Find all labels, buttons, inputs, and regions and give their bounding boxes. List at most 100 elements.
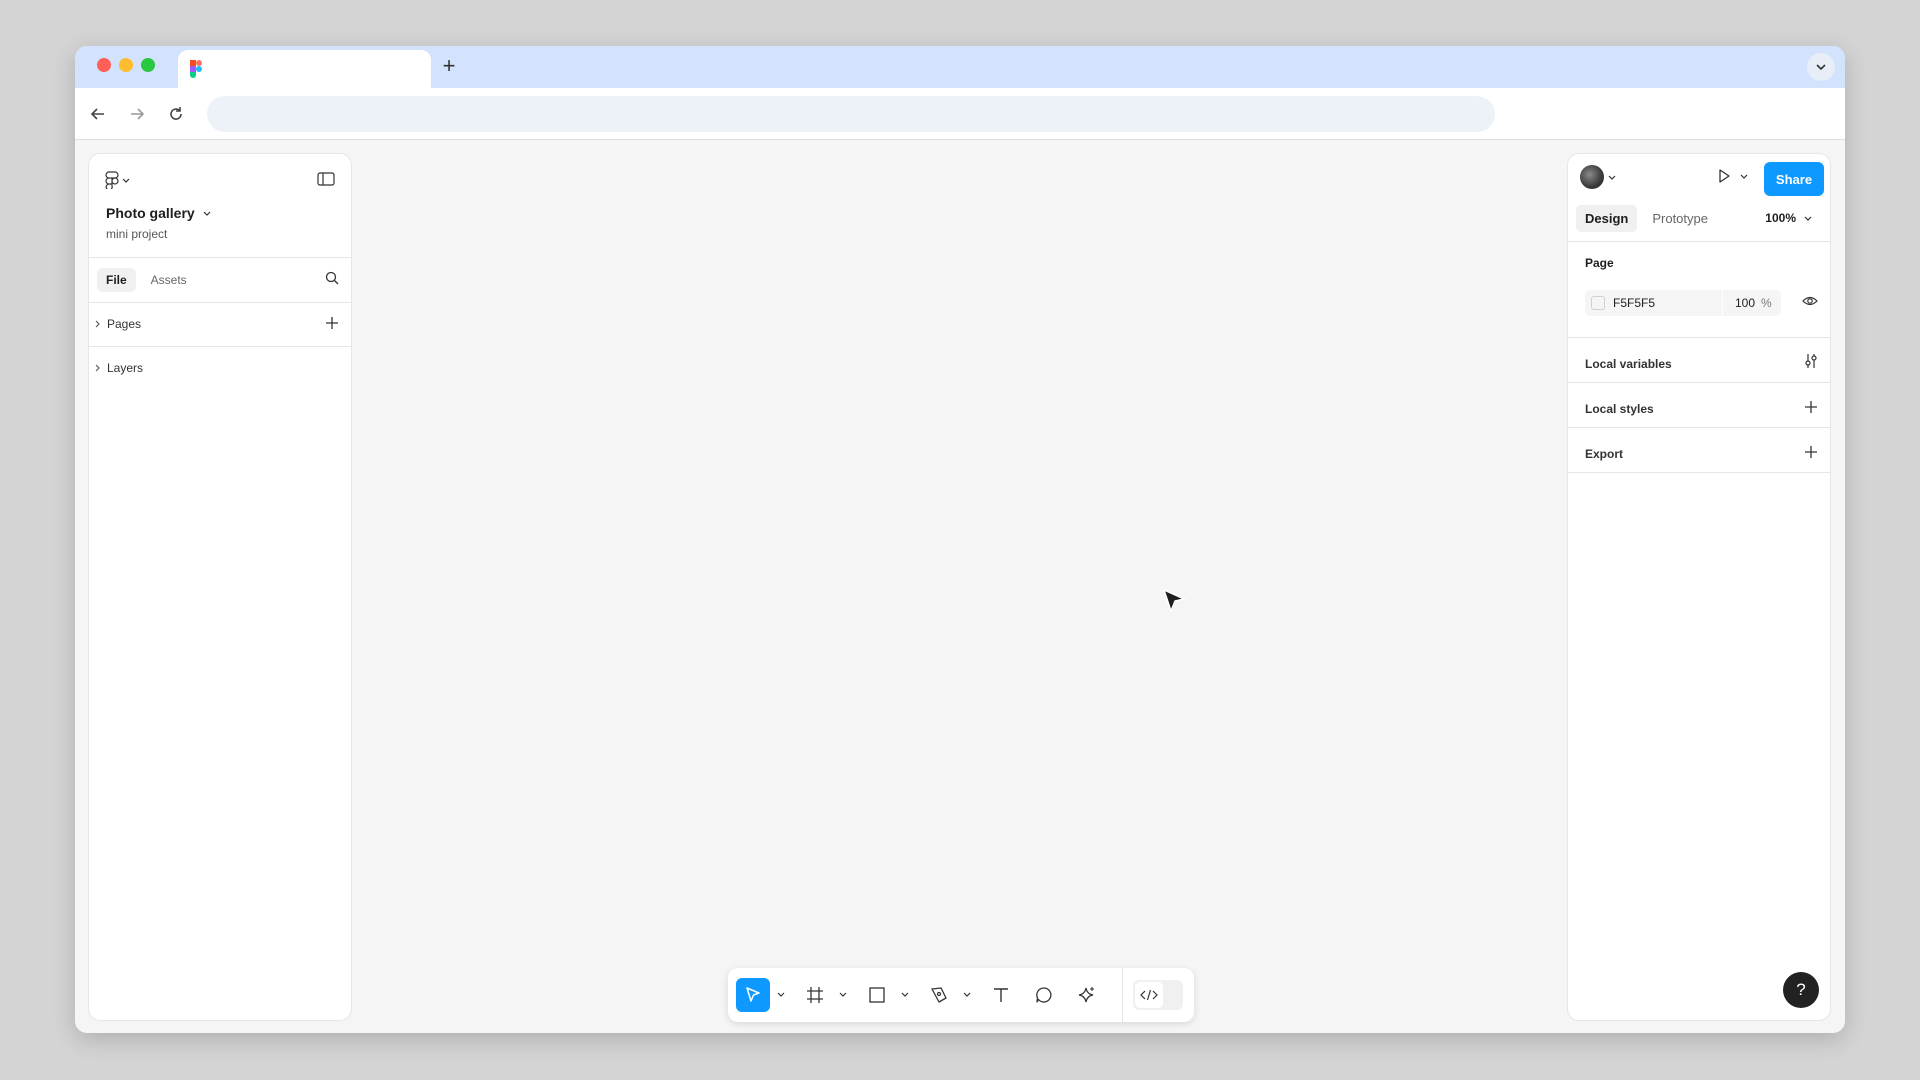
chevron-right-icon bbox=[95, 364, 100, 372]
search-button[interactable] bbox=[325, 271, 339, 285]
opacity-input[interactable]: 100 bbox=[1723, 296, 1761, 310]
minimize-window-button[interactable] bbox=[119, 58, 133, 72]
help-button[interactable]: ? bbox=[1783, 972, 1819, 1008]
tab-design[interactable]: Design bbox=[1576, 205, 1638, 232]
open-variables-button[interactable] bbox=[1804, 353, 1818, 369]
chevron-down-icon bbox=[1740, 174, 1748, 179]
chevron-down-icon[interactable] bbox=[963, 990, 971, 998]
layers-section-label: Layers bbox=[107, 361, 144, 375]
right-panel-tabs: Design Prototype bbox=[1576, 205, 1717, 232]
add-style-button[interactable] bbox=[1804, 400, 1818, 414]
chevron-right-icon bbox=[95, 320, 100, 328]
text-icon bbox=[994, 988, 1008, 1002]
frame-tool-button[interactable] bbox=[798, 978, 832, 1012]
move-tool-button[interactable] bbox=[736, 978, 770, 1012]
sparkle-icon bbox=[1078, 987, 1094, 1003]
dev-mode-knob bbox=[1135, 982, 1163, 1008]
project-name: mini project bbox=[106, 227, 168, 241]
left-panel-tabs: File Assets bbox=[97, 268, 196, 292]
tab-menu-button[interactable] bbox=[1807, 53, 1835, 81]
arrow-right-icon bbox=[131, 108, 145, 120]
add-export-button[interactable] bbox=[1804, 445, 1818, 459]
reload-icon bbox=[170, 107, 182, 120]
new-tab-button[interactable]: + bbox=[435, 53, 463, 81]
visibility-toggle[interactable] bbox=[1802, 295, 1818, 307]
sliders-icon bbox=[1805, 354, 1817, 368]
chevron-down-icon[interactable] bbox=[901, 990, 909, 998]
plus-icon bbox=[1805, 446, 1817, 458]
hex-input[interactable]: F5F5F5 bbox=[1613, 296, 1722, 310]
right-panel: Share Design Prototype 100% Page F5F5F5 … bbox=[1567, 153, 1831, 1021]
file-name-menu[interactable]: Photo gallery bbox=[106, 205, 211, 221]
mouse-cursor-icon bbox=[1162, 588, 1187, 614]
frame-icon bbox=[807, 987, 823, 1003]
figma-logo-icon bbox=[105, 171, 119, 189]
chevron-down-icon bbox=[1608, 175, 1616, 180]
address-bar[interactable] bbox=[207, 96, 1495, 132]
divider bbox=[89, 302, 351, 303]
code-icon bbox=[1140, 989, 1158, 1001]
divider bbox=[1568, 337, 1830, 338]
divider bbox=[89, 257, 351, 258]
left-panel: Photo gallery mini project File Assets P… bbox=[88, 153, 352, 1021]
comment-tool-button[interactable] bbox=[1027, 978, 1061, 1012]
browser-tab-bar: + bbox=[75, 46, 1845, 88]
tab-file[interactable]: File bbox=[97, 268, 136, 292]
divider bbox=[89, 346, 351, 347]
plus-icon bbox=[1805, 401, 1817, 413]
main-menu-button[interactable] bbox=[105, 171, 130, 189]
browser-tab[interactable] bbox=[178, 50, 431, 88]
sidebar-icon bbox=[317, 172, 335, 186]
chevron-down-icon[interactable] bbox=[777, 990, 785, 998]
rectangle-tool-button[interactable] bbox=[860, 978, 894, 1012]
avatar bbox=[1580, 165, 1604, 189]
search-icon bbox=[325, 271, 339, 285]
tab-prototype[interactable]: Prototype bbox=[1643, 205, 1717, 232]
toggle-sidebar-button[interactable] bbox=[317, 172, 335, 186]
divider bbox=[1568, 382, 1830, 383]
present-button[interactable] bbox=[1716, 168, 1748, 184]
percent-unit: % bbox=[1761, 296, 1772, 310]
divider bbox=[1568, 472, 1830, 473]
page-background-field: F5F5F5 100 % bbox=[1585, 290, 1781, 316]
pages-section-label: Pages bbox=[107, 317, 142, 331]
color-swatch[interactable] bbox=[1591, 296, 1605, 310]
layers-section-toggle[interactable]: Layers bbox=[95, 361, 143, 375]
add-page-button[interactable] bbox=[325, 316, 339, 330]
browser-toolbar bbox=[75, 88, 1845, 140]
actions-tool-button[interactable] bbox=[1070, 978, 1104, 1012]
cursor-icon bbox=[746, 987, 760, 1002]
chevron-down-icon bbox=[203, 211, 211, 216]
pages-section-toggle[interactable]: Pages bbox=[95, 317, 141, 331]
rectangle-icon bbox=[869, 987, 885, 1003]
pen-icon bbox=[931, 987, 947, 1003]
share-button[interactable]: Share bbox=[1764, 162, 1824, 196]
divider bbox=[1568, 427, 1830, 428]
file-title: Photo gallery bbox=[106, 205, 195, 221]
chevron-down-icon[interactable] bbox=[839, 990, 847, 998]
local-variables-row[interactable]: Local variables bbox=[1585, 357, 1672, 371]
reload-button[interactable] bbox=[162, 100, 190, 128]
plus-icon bbox=[326, 317, 338, 329]
pen-tool-button[interactable] bbox=[922, 978, 956, 1012]
zoom-level: 100% bbox=[1765, 211, 1796, 225]
toolbar-separator bbox=[1122, 968, 1123, 1022]
local-styles-row[interactable]: Local styles bbox=[1585, 402, 1654, 416]
text-tool-button[interactable] bbox=[984, 978, 1018, 1012]
close-window-button[interactable] bbox=[97, 58, 111, 72]
comment-icon bbox=[1036, 987, 1052, 1003]
browser-window: + Photo gallery mini project File Assets… bbox=[75, 46, 1845, 1033]
maximize-window-button[interactable] bbox=[141, 58, 155, 72]
forward-button[interactable] bbox=[123, 100, 151, 128]
back-button[interactable] bbox=[84, 100, 112, 128]
figma-favicon-icon bbox=[190, 60, 202, 78]
chevron-down-icon bbox=[1804, 216, 1812, 221]
export-row[interactable]: Export bbox=[1585, 447, 1623, 461]
tab-assets[interactable]: Assets bbox=[142, 268, 196, 292]
tools-toolbar bbox=[728, 968, 1194, 1022]
eye-icon bbox=[1802, 296, 1818, 306]
dev-mode-toggle[interactable] bbox=[1133, 980, 1183, 1010]
user-menu[interactable] bbox=[1580, 165, 1616, 189]
play-icon bbox=[1719, 169, 1730, 183]
zoom-menu[interactable]: 100% bbox=[1765, 211, 1812, 225]
